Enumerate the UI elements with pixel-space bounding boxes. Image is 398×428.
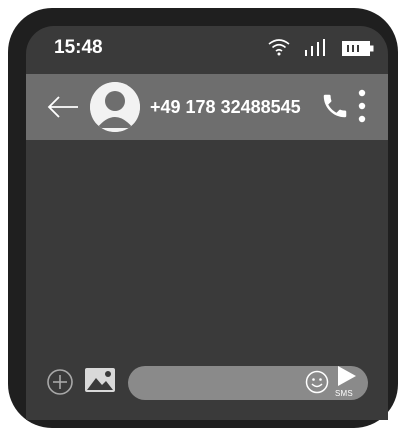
contact-name[interactable]: +49 178 32488545 <box>150 97 301 118</box>
conversation-header: +49 178 32488545 <box>26 74 388 140</box>
battery-icon <box>342 41 374 61</box>
phone-screen: 15:48 +49 178 32488545 SMS <box>26 26 388 420</box>
send-icon <box>338 366 356 386</box>
back-arrow-icon[interactable] <box>46 94 80 125</box>
phone-frame: 15:48 +49 178 32488545 SMS <box>8 8 398 428</box>
add-circle-icon[interactable] <box>46 368 74 401</box>
wifi-icon <box>268 38 290 61</box>
message-list <box>26 140 388 360</box>
avatar[interactable] <box>90 82 140 132</box>
message-composer: SMS <box>26 360 388 420</box>
status-bar: 15:48 <box>26 26 388 74</box>
signal-icon <box>304 39 328 62</box>
emoji-icon[interactable] <box>305 370 329 399</box>
send-sms-button[interactable]: SMS <box>332 364 364 402</box>
avatar-icon <box>90 82 140 132</box>
phone-call-icon[interactable] <box>320 91 350 126</box>
status-icons <box>264 38 374 58</box>
send-label: SMS <box>335 389 353 398</box>
more-vertical-icon[interactable] <box>358 88 366 129</box>
image-gallery-icon[interactable] <box>84 366 116 399</box>
status-time: 15:48 <box>54 37 103 58</box>
